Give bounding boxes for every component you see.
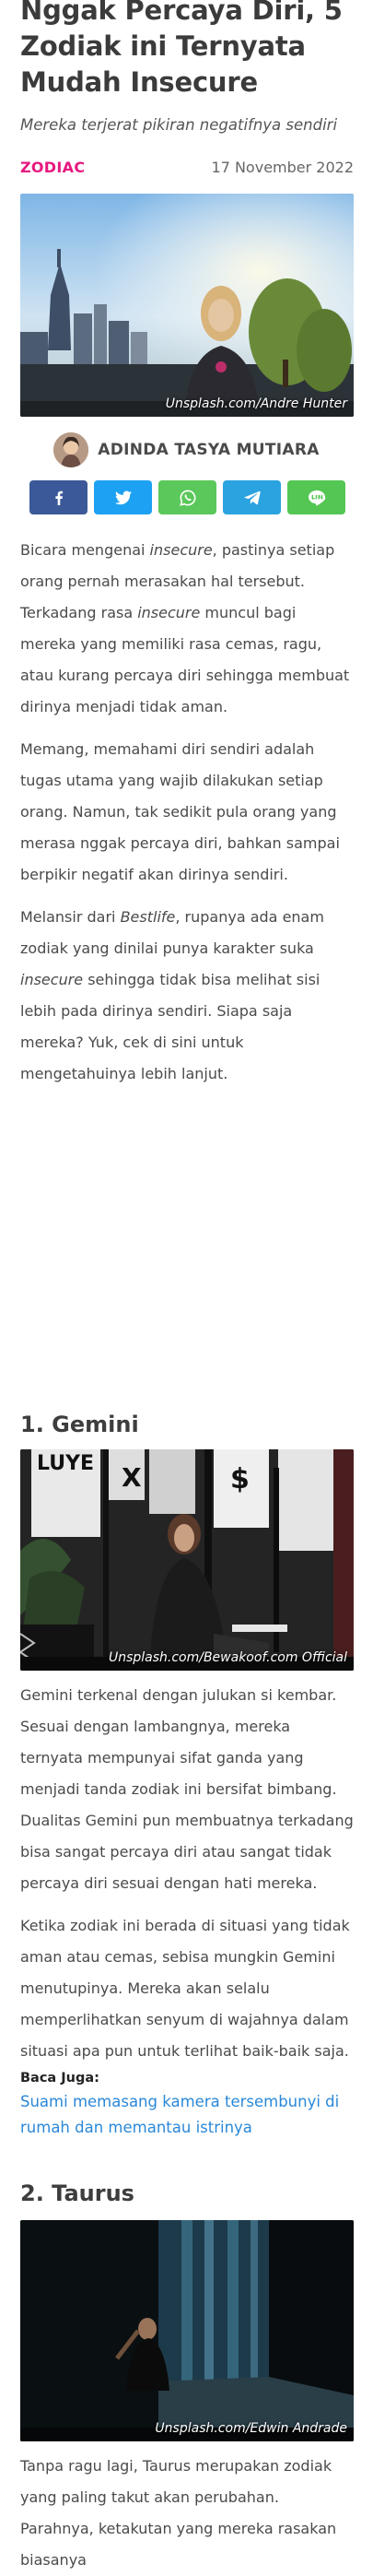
share-whatsapp-button[interactable] [158, 480, 216, 514]
intro-paragraph-2: Memang, memahami diri sendiri adalah tug… [20, 734, 354, 891]
text-run: Tanpa ragu lagi, Taurus merupakan zodiak… [20, 2457, 337, 2569]
taurus-image-credit: Unsplash.com/Edwin Andrade [155, 2421, 347, 2436]
related-label: Baca Juga: [20, 2071, 99, 2086]
italic-term: insecure [149, 541, 213, 559]
author-name[interactable]: ADINDA TASYA MUTIARA [98, 441, 320, 459]
gemini-paragraph-1: Gemini terkenal dengan julukan si kembar… [20, 1680, 354, 1899]
article-subtitle: Mereka terjerat pikiran negatifnya sendi… [20, 116, 338, 134]
intro-paragraph-1: Bicara mengenai insecure, pastinya setia… [20, 535, 354, 723]
share-facebook-button[interactable] [29, 480, 87, 514]
gemini-paragraph-2: Ketika zodiak ini berada di situasi yang… [20, 1910, 354, 2067]
author-byline[interactable]: ADINDA TASYA MUTIARA [0, 432, 373, 467]
text-run: Gemini terkenal dengan julukan si kembar… [20, 1686, 354, 1892]
article-body-intro: Bicara mengenai insecure, pastinya setia… [20, 535, 354, 1090]
share-bar [29, 480, 345, 514]
article-title: Nggak Percaya Diri, 5 Zodiak ini Ternyat… [20, 0, 343, 98]
category-link[interactable]: ZODIAC [20, 159, 85, 176]
svg-text:$: $ [230, 1463, 250, 1495]
text-run: Melansir dari [20, 908, 121, 926]
article-meta: ZODIAC 17 November 2022 [20, 159, 354, 176]
hero-image: Unsplash.com/Andre Hunter [20, 194, 354, 417]
section-heading-taurus: 2. Taurus [20, 2180, 134, 2206]
taurus-image: Unsplash.com/Edwin Andrade [20, 2220, 354, 2441]
gemini-image: LUYE $ X Unsplash.com/Bewakoof.com Offic… [20, 1449, 354, 1671]
taurus-paragraph-1: Tanpa ragu lagi, Taurus merupakan zodiak… [20, 2451, 354, 2576]
text-run: Ketika zodiak ini berada di situasi yang… [20, 1917, 350, 2060]
author-avatar [53, 432, 89, 467]
text-run: Bicara mengenai [20, 541, 150, 559]
italic-term: insecure [20, 971, 84, 988]
twitter-icon [114, 490, 132, 504]
telegram-icon [243, 490, 261, 504]
taurus-body: Tanpa ragu lagi, Taurus merupakan zodiak… [20, 2451, 354, 2576]
line-icon [308, 490, 325, 505]
article-page: Nggak Percaya Diri, 5 Zodiak ini Ternyat… [0, 0, 373, 2569]
share-line-button[interactable] [287, 480, 345, 514]
section-heading-gemini: 1. Gemini [20, 1412, 139, 1437]
share-telegram-button[interactable] [223, 480, 281, 514]
gemini-image-credit: Unsplash.com/Bewakoof.com Official [108, 1650, 347, 1665]
wall-lettering: LUYE [37, 1452, 94, 1475]
italic-term: insecure [137, 604, 201, 621]
related-article-link[interactable]: Suami memasang kamera tersembunyi di rum… [20, 2089, 354, 2141]
publish-date: 17 November 2022 [211, 159, 354, 176]
svg-text:X: X [122, 1462, 142, 1493]
gemini-body: Gemini terkenal dengan julukan si kembar… [20, 1680, 354, 2141]
text-run: Memang, memahami diri sendiri adalah tug… [20, 740, 340, 883]
italic-term: Bestlife [120, 908, 176, 926]
facebook-icon [54, 490, 63, 505]
related-article: Baca Juga: Suami memasang kamera tersemb… [20, 2071, 354, 2141]
intro-paragraph-3: Melansir dari Bestlife, rupanya ada enam… [20, 902, 354, 1090]
hero-image-credit: Unsplash.com/Andre Hunter [165, 396, 347, 411]
whatsapp-icon [179, 490, 195, 506]
share-twitter-button[interactable] [94, 480, 152, 514]
